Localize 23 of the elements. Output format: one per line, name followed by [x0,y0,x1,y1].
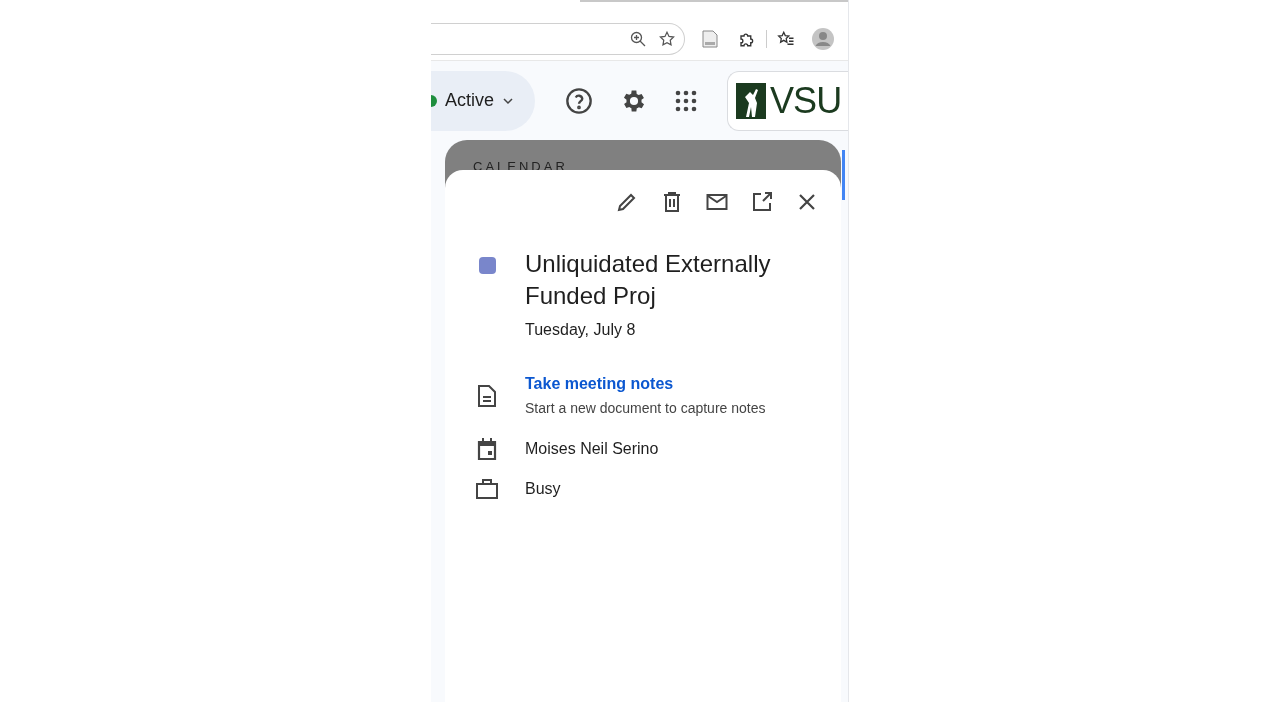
document-icon[interactable] [702,30,718,48]
logo-text: VSU [770,82,842,119]
calendar-icon [477,438,497,460]
availability-status: Busy [525,479,561,499]
caret-icon [502,96,515,105]
favorites-icon[interactable] [777,30,795,48]
event-title: Unliquidated Externally Funded Proj [525,249,772,311]
logo-card[interactable]: VSU [727,70,848,131]
document-icon [478,384,496,407]
help-icon[interactable] [565,86,593,115]
notes-hint: Start a new document to capture notes [525,399,766,418]
apps-icon[interactable] [675,89,697,112]
status-button[interactable]: Active [431,70,535,131]
star-icon[interactable] [658,30,676,48]
meeting-notes-link[interactable]: Take meeting notes [525,372,766,396]
puzzle-icon[interactable] [738,30,756,48]
logo-icon [736,82,766,119]
calendar-owner: Moises Neil Serino [525,439,659,459]
briefcase-icon [476,479,498,499]
zoom-icon[interactable] [630,31,646,47]
avatar-icon[interactable] [812,28,834,50]
event-date: Tuesday, July 8 [525,320,637,340]
open-in-new-icon[interactable] [750,190,774,214]
